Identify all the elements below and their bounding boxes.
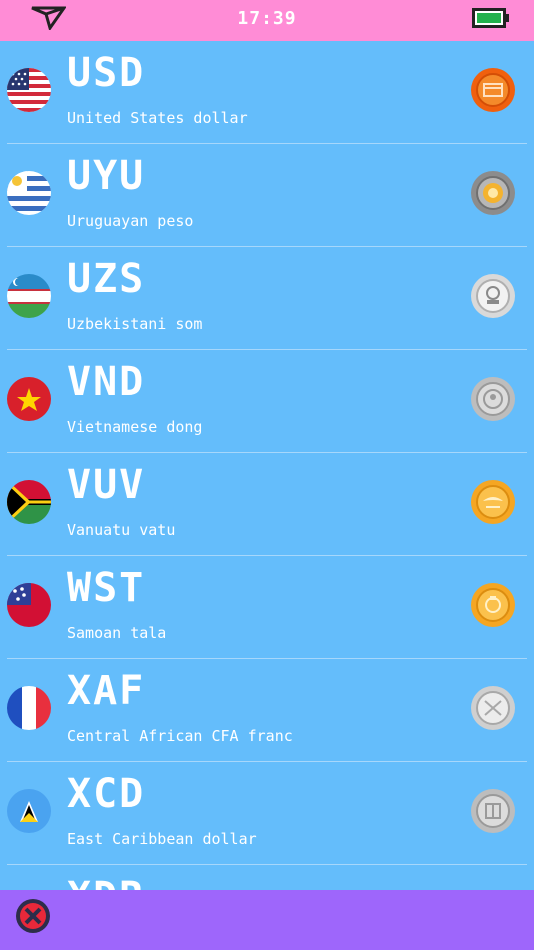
currency-code: USD [67,50,146,96]
silver-coin-icon [470,788,516,834]
currency-row-wst[interactable]: WST Samoan tala [7,556,527,659]
currency-row-uyu[interactable]: UYU Uruguayan peso [7,144,527,247]
currency-code: VND [67,359,146,405]
us-flag-icon [7,68,51,112]
samoa-flag-icon [7,583,51,627]
currency-name: Vietnamese dong [67,418,203,436]
currency-code: UYU [67,153,146,199]
battery-icon [472,8,509,28]
france-flag-icon [7,686,51,730]
vietnam-flag-icon [7,377,51,421]
gray-gold-coin-icon [470,170,516,216]
currency-code: WST [67,565,146,611]
currency-row-vnd[interactable]: VND Vietnamese dong [7,350,527,453]
silver-coin-icon [470,376,516,422]
white-coin-icon [470,273,516,319]
status-time: 17:39 [237,8,297,29]
currency-row-uzs[interactable]: UZS Uzbekistani som [7,247,527,350]
currency-row-xdr[interactable]: XDR [7,865,527,890]
vanuatu-flag-icon [7,480,51,524]
currency-name: United States dollar [67,109,248,127]
currency-code: XAF [67,668,146,714]
currency-code: UZS [67,256,146,302]
uzbekistan-flag-icon [7,274,51,318]
gold-coin-icon [470,582,516,628]
currency-name: Uruguayan peso [67,212,194,230]
currency-list[interactable]: USD United States dollar UYU Uruguayan p… [0,41,534,890]
saint-lucia-flag-icon [7,789,51,833]
currency-row-usd[interactable]: USD United States dollar [7,41,527,144]
status-bar: 17:39 [0,0,534,41]
currency-row-xaf[interactable]: XAF Central African CFA franc [7,659,527,762]
orange-coin-icon [470,67,516,113]
currency-code: VUV [67,462,146,508]
currency-row-vuv[interactable]: VUV Vanuatu vatu [7,453,527,556]
currency-code: XCD [67,771,146,817]
currency-name: Samoan tala [67,624,167,642]
silver-coin-icon [470,685,516,731]
currency-name: Central African CFA franc [67,727,293,745]
gold-coin-icon [470,479,516,525]
close-button[interactable] [14,897,52,935]
currency-code: XDR [67,875,145,890]
currency-name: East Caribbean dollar [67,830,257,848]
uruguay-flag-icon [7,171,51,215]
bottom-bar [0,890,534,950]
currency-name: Vanuatu vatu [67,521,176,539]
currency-name: Uzbekistani som [67,315,203,333]
currency-row-xcd[interactable]: XCD East Caribbean dollar [7,762,527,865]
